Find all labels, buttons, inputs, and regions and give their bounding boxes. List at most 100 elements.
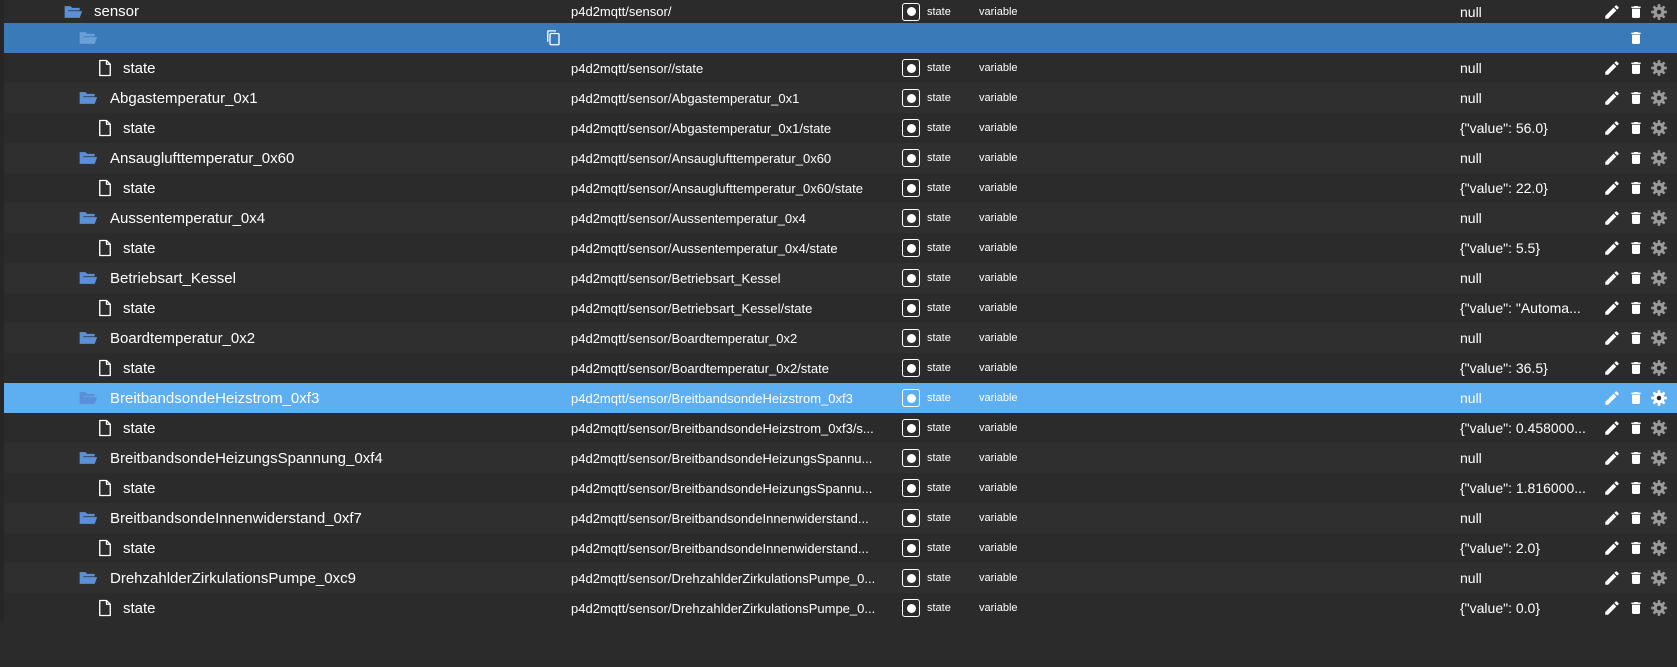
- trash-icon[interactable]: [1626, 233, 1646, 263]
- folder-open-icon[interactable]: [77, 263, 99, 293]
- folder-open-icon[interactable]: [62, 0, 84, 23]
- file-icon[interactable]: [94, 173, 116, 203]
- gear-icon[interactable]: [1649, 563, 1669, 593]
- trash-icon[interactable]: [1626, 383, 1646, 413]
- file-icon[interactable]: [94, 233, 116, 263]
- gear-icon[interactable]: [1649, 323, 1669, 353]
- state-toggle-icon[interactable]: [900, 293, 922, 323]
- tree-state-row[interactable]: state p4d2mqtt/sensor/BreitbandsondeHeizu…: [0, 473, 1677, 503]
- trash-icon[interactable]: [1626, 263, 1646, 293]
- tree-folder-row[interactable]: BreitbandsondeInnenwiderstand_0xf7 p4d2mq…: [0, 503, 1677, 533]
- pencil-icon[interactable]: [1602, 503, 1622, 533]
- trash-icon[interactable]: [1626, 413, 1646, 443]
- gear-icon[interactable]: [1649, 293, 1669, 323]
- pencil-icon[interactable]: [1602, 323, 1622, 353]
- tree-state-row[interactable]: state p4d2mqtt/sensor/BreitbandsondeHeizs…: [0, 413, 1677, 443]
- trash-icon[interactable]: [1626, 0, 1646, 23]
- gear-icon[interactable]: [1649, 173, 1669, 203]
- trash-icon[interactable]: [1626, 83, 1646, 113]
- trash-icon[interactable]: [1626, 473, 1646, 503]
- tree-state-row[interactable]: state p4d2mqtt/sensor/DrehzahlderZirkulat…: [0, 593, 1677, 623]
- folder-open-icon[interactable]: [77, 383, 99, 413]
- folder-open-icon[interactable]: [77, 323, 99, 353]
- trash-icon[interactable]: [1626, 293, 1646, 323]
- file-icon[interactable]: [94, 293, 116, 323]
- state-toggle-icon[interactable]: [900, 593, 922, 623]
- state-toggle-icon[interactable]: [900, 323, 922, 353]
- gear-icon[interactable]: [1649, 233, 1669, 263]
- pencil-icon[interactable]: [1602, 443, 1622, 473]
- folder-open-icon[interactable]: [77, 83, 99, 113]
- folder-open-icon[interactable]: [77, 503, 99, 533]
- pencil-icon[interactable]: [1602, 233, 1622, 263]
- trash-icon[interactable]: [1626, 323, 1646, 353]
- gear-icon[interactable]: [1649, 113, 1669, 143]
- tree-folder-row[interactable]: Ansauglufttemperatur_0x60 p4d2mqtt/sensor…: [0, 143, 1677, 173]
- state-toggle-icon[interactable]: [900, 473, 922, 503]
- folder-open-icon[interactable]: [77, 563, 99, 593]
- folder-open-icon[interactable]: [77, 443, 99, 473]
- trash-icon[interactable]: [1626, 23, 1646, 53]
- file-icon[interactable]: [94, 353, 116, 383]
- state-toggle-icon[interactable]: [900, 113, 922, 143]
- gear-icon[interactable]: [1649, 353, 1669, 383]
- tree-folder-row[interactable]: BreitbandsondeHeizungsSpannung_0xf4 p4d2m…: [0, 443, 1677, 473]
- gear-icon[interactable]: [1649, 443, 1669, 473]
- pencil-icon[interactable]: [1602, 143, 1622, 173]
- trash-icon[interactable]: [1626, 173, 1646, 203]
- pencil-icon[interactable]: [1602, 533, 1622, 563]
- trash-icon[interactable]: [1626, 353, 1646, 383]
- tree-folder-row[interactable]: Betriebsart_Kessel p4d2mqtt/sensor/Betrie…: [0, 263, 1677, 293]
- file-icon[interactable]: [94, 473, 116, 503]
- trash-icon[interactable]: [1626, 53, 1646, 83]
- pencil-icon[interactable]: [1602, 293, 1622, 323]
- pencil-icon[interactable]: [1602, 83, 1622, 113]
- state-toggle-icon[interactable]: [900, 353, 922, 383]
- state-toggle-icon[interactable]: [900, 0, 922, 23]
- tree-folder-row[interactable]: Aussentemperatur_0x4 p4d2mqtt/sensor/Auss…: [0, 203, 1677, 233]
- state-toggle-icon[interactable]: [900, 83, 922, 113]
- tree-state-row[interactable]: state p4d2mqtt/sensor/Aussentemperatur_0x…: [0, 233, 1677, 263]
- file-icon[interactable]: [94, 113, 116, 143]
- tree-folder-row[interactable]: DrehzahlderZirkulationsPumpe_0xc9 p4d2mqt…: [0, 563, 1677, 593]
- trash-icon[interactable]: [1626, 443, 1646, 473]
- gear-icon[interactable]: [1649, 413, 1669, 443]
- tree-folder-row[interactable]: [0, 23, 1677, 53]
- gear-icon[interactable]: [1649, 0, 1669, 23]
- pencil-icon[interactable]: [1602, 53, 1622, 83]
- trash-icon[interactable]: [1626, 533, 1646, 563]
- copy-icon[interactable]: [542, 23, 564, 53]
- tree-state-row[interactable]: state p4d2mqtt/sensor/BreitbandsondeInnen…: [0, 533, 1677, 563]
- tree-folder-row[interactable]: Abgastemperatur_0x1 p4d2mqtt/sensor/Abgas…: [0, 83, 1677, 113]
- tree-state-row[interactable]: state p4d2mqtt/sensor/Abgastemperatur_0x1…: [0, 113, 1677, 143]
- file-icon[interactable]: [94, 533, 116, 563]
- gear-icon[interactable]: [1649, 383, 1669, 413]
- gear-icon[interactable]: [1649, 473, 1669, 503]
- pencil-icon[interactable]: [1602, 353, 1622, 383]
- state-toggle-icon[interactable]: [900, 533, 922, 563]
- pencil-icon[interactable]: [1602, 383, 1622, 413]
- pencil-icon[interactable]: [1602, 563, 1622, 593]
- pencil-icon[interactable]: [1602, 203, 1622, 233]
- file-icon[interactable]: [94, 593, 116, 623]
- trash-icon[interactable]: [1626, 593, 1646, 623]
- trash-icon[interactable]: [1626, 143, 1646, 173]
- state-toggle-icon[interactable]: [900, 263, 922, 293]
- tree-state-row[interactable]: state p4d2mqtt/sensor/Boardtemperatur_0x2…: [0, 353, 1677, 383]
- state-toggle-icon[interactable]: [900, 203, 922, 233]
- trash-icon[interactable]: [1626, 503, 1646, 533]
- pencil-icon[interactable]: [1602, 263, 1622, 293]
- state-toggle-icon[interactable]: [900, 173, 922, 203]
- pencil-icon[interactable]: [1602, 173, 1622, 203]
- gear-icon[interactable]: [1649, 143, 1669, 173]
- trash-icon[interactable]: [1626, 113, 1646, 143]
- pencil-icon[interactable]: [1602, 473, 1622, 503]
- trash-icon[interactable]: [1626, 203, 1646, 233]
- gear-icon[interactable]: [1649, 503, 1669, 533]
- file-icon[interactable]: [94, 53, 116, 83]
- folder-open-icon[interactable]: [77, 203, 99, 233]
- gear-icon[interactable]: [1649, 53, 1669, 83]
- state-toggle-icon[interactable]: [900, 233, 922, 263]
- state-toggle-icon[interactable]: [900, 53, 922, 83]
- state-toggle-icon[interactable]: [900, 143, 922, 173]
